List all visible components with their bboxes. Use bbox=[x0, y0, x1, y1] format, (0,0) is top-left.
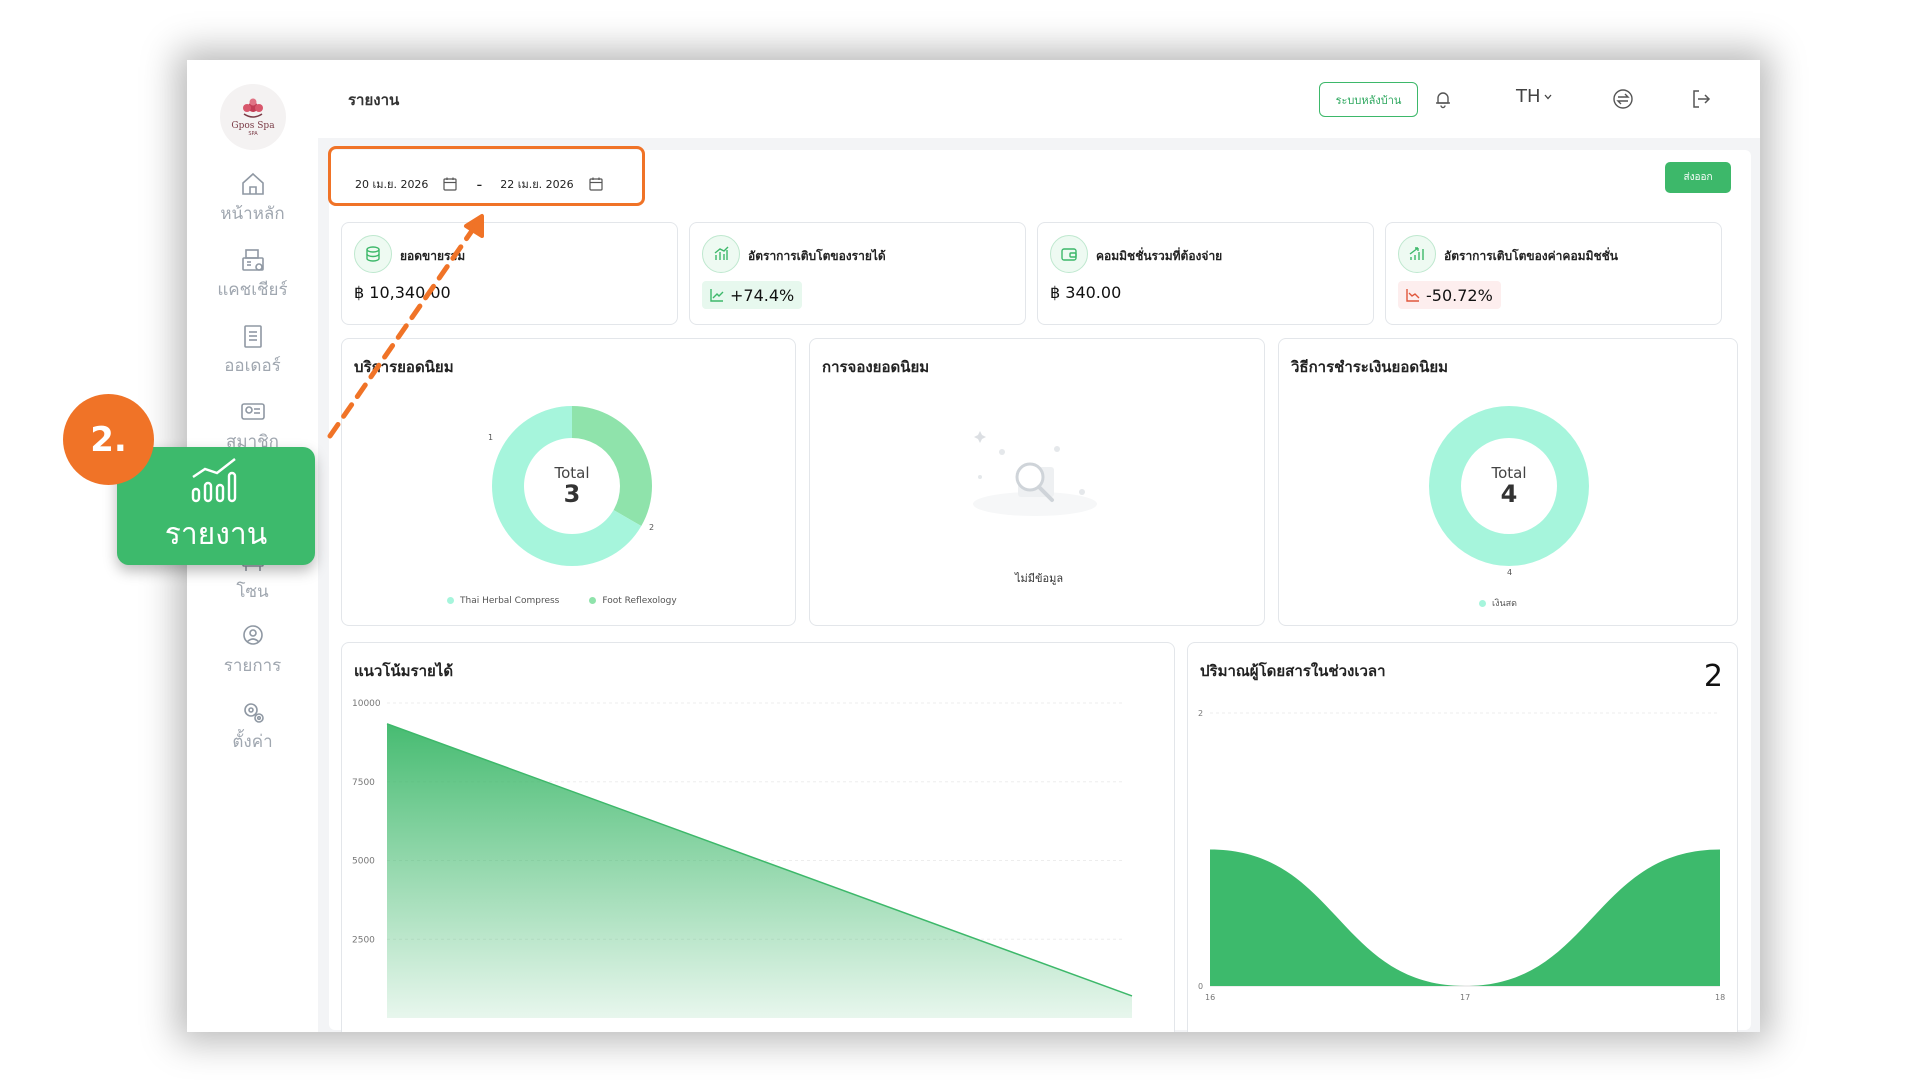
legend-item[interactable]: เงินสด bbox=[1479, 596, 1517, 610]
total-value: 4 bbox=[1500, 480, 1518, 508]
wallet-icon bbox=[1050, 235, 1088, 273]
brand-logo[interactable]: Gpos Spa SPA bbox=[220, 84, 286, 150]
member-icon bbox=[240, 403, 265, 420]
stat-card-commission: คอมมิชชั่นรวมที่ต้องจ่าย ฿ 340.00 bbox=[1037, 222, 1374, 325]
revenue-area[interactable] bbox=[387, 723, 1132, 1018]
y-tick-label: 0 bbox=[1198, 982, 1203, 991]
stat-value: ฿ 10,340.00 bbox=[354, 283, 451, 302]
stat-card-commission-growth: อัตราการเติบโตของค่าคอมมิชชั่น -50.72% bbox=[1385, 222, 1722, 325]
trend-up-icon bbox=[710, 289, 724, 302]
y-tick-label: 10000 bbox=[352, 699, 381, 709]
trend-down-icon bbox=[1406, 289, 1420, 302]
stat-card-total-sales: ยอดขายรวม ฿ 10,340.00 bbox=[341, 222, 678, 325]
legend-label: เงินสด bbox=[1492, 599, 1517, 609]
export-button[interactable]: ส่งออก bbox=[1665, 162, 1731, 193]
growth-badge: -50.72% bbox=[1398, 281, 1501, 309]
stat-title: อัตราการเติบโตของรายได้ bbox=[748, 249, 886, 263]
panel-title: บริการยอดนิยม bbox=[354, 358, 454, 376]
report-chart-icon bbox=[191, 457, 237, 502]
sidebar-item-settings[interactable]: ตั้งค่า bbox=[187, 698, 318, 755]
legend-label: Foot Reflexology bbox=[602, 596, 677, 606]
logout-icon[interactable] bbox=[1686, 84, 1716, 114]
x-tick-label: 17 bbox=[1460, 993, 1470, 1002]
y-tick-label: 7500 bbox=[352, 778, 375, 788]
stat-value: +74.4% bbox=[730, 285, 795, 305]
sidebar-item-label: โซน bbox=[236, 582, 269, 602]
switch-icon[interactable] bbox=[1608, 84, 1638, 114]
sidebar-item-label: หน้าหลัก bbox=[220, 204, 285, 224]
slice-label: 2 bbox=[649, 523, 655, 532]
empty-state-text: ไม่มีข้อมูล bbox=[1015, 572, 1064, 585]
total-value: 3 bbox=[563, 480, 581, 508]
slice-label: 4 bbox=[1507, 568, 1513, 577]
x-tick-label: 16 bbox=[1205, 993, 1215, 1002]
chevron-down-icon bbox=[1544, 94, 1552, 99]
legend-dot bbox=[1479, 600, 1486, 607]
y-tick-label: 2500 bbox=[352, 935, 375, 945]
sidebar-item-label: แคชเชียร์ bbox=[217, 280, 288, 300]
settings-icon bbox=[243, 703, 264, 723]
backoffice-button[interactable]: ระบบหลังบ้าน bbox=[1319, 82, 1418, 117]
sidebar-item-label: ตั้งค่า bbox=[232, 732, 273, 752]
stat-card-revenue-growth: อัตราการเติบโตของรายได้ +74.4% bbox=[689, 222, 1026, 325]
legend-item[interactable]: Foot Reflexology bbox=[589, 596, 677, 606]
stat-title: คอมมิชชั่นรวมที่ต้องจ่าย bbox=[1096, 249, 1223, 263]
stat-value: -50.72% bbox=[1426, 285, 1493, 305]
panel-revenue-trend: แนวโน้มรายได้ 10000 7500 5000 2500 bbox=[341, 642, 1175, 1032]
legend-label: Thai Herbal Compress bbox=[460, 596, 560, 606]
report-content: 20 เม.ย. 2026 - 22 เม.ย. 2026 ส่งออก ยอด… bbox=[329, 150, 1751, 1032]
sidebar-item-home[interactable]: หน้าหลัก bbox=[187, 170, 318, 227]
panel-popular-services: บริการยอดนิยม Total 3 1 2 Thai Herbal Co… bbox=[341, 338, 796, 626]
sidebar-item-label: รายงาน bbox=[164, 516, 268, 552]
slice-label: 1 bbox=[488, 433, 494, 442]
panel-popular-payments: วิธีการชำระเงินยอดนิยม Total 4 4 เงินสด bbox=[1278, 338, 1738, 626]
panel-popular-bookings: การจองยอดนิยม ไม่มีข้อมูล bbox=[809, 338, 1265, 626]
passenger-area[interactable] bbox=[1210, 849, 1720, 987]
legend-item[interactable]: Thai Herbal Compress bbox=[447, 596, 559, 606]
passenger-area-chart: 2 016 17 18 bbox=[1198, 709, 1725, 1002]
empty-search-icon bbox=[973, 431, 1097, 516]
y-tick-label: 2 bbox=[1198, 709, 1203, 718]
topbar: รายงาน ระบบหลังบ้าน TH bbox=[318, 60, 1760, 138]
brand-sub: SPA bbox=[248, 130, 258, 137]
donut-total: Total 4 bbox=[1474, 464, 1544, 506]
signal-chart-icon bbox=[1398, 235, 1436, 273]
order-icon bbox=[243, 325, 262, 348]
donut-total: Total 3 bbox=[537, 464, 607, 506]
chart-legend: เงินสด bbox=[1479, 596, 1517, 610]
sidebar-item-label: ออเดอร์ bbox=[224, 356, 281, 376]
sidebar-item-services[interactable]: รายการ bbox=[187, 622, 318, 679]
date-range-highlight bbox=[328, 146, 645, 206]
y-tick-label: 5000 bbox=[352, 857, 375, 867]
coins-icon bbox=[354, 235, 392, 273]
brand-name: Gpos Spa bbox=[231, 120, 275, 131]
panel-title: การจองยอดนิยม bbox=[822, 358, 930, 376]
sidebar-item-label: รายการ bbox=[223, 656, 282, 676]
legend-dot bbox=[589, 597, 597, 604]
revenue-area-chart: 10000 7500 5000 2500 bbox=[352, 699, 1133, 1018]
growth-badge: +74.4% bbox=[702, 281, 803, 309]
page-title: รายงาน bbox=[348, 91, 400, 109]
language-label: TH bbox=[1516, 86, 1541, 107]
panel-passenger-volume: ปริมาณผู้โดยสารในช่วงเวลา 2 2 0 16 17 18 bbox=[1187, 642, 1738, 1032]
lotus-icon bbox=[243, 98, 263, 118]
home-icon bbox=[241, 172, 264, 195]
bell-icon[interactable] bbox=[1428, 84, 1458, 114]
stat-value: ฿ 340.00 bbox=[1050, 283, 1122, 302]
step-badge: 2. bbox=[63, 394, 154, 485]
x-tick-label: 18 bbox=[1715, 993, 1725, 1002]
stat-title: ยอดขายรวม bbox=[400, 249, 466, 263]
chart-legend: Thai Herbal Compress Foot Reflexology bbox=[447, 596, 677, 606]
sidebar-item-orders[interactable]: ออเดอร์ bbox=[187, 322, 318, 379]
language-selector[interactable]: TH bbox=[1516, 86, 1553, 107]
cashier-icon bbox=[241, 249, 264, 271]
bar-chart-icon bbox=[702, 235, 740, 273]
stat-title: อัตราการเติบโตของค่าคอมมิชชั่น bbox=[1444, 249, 1618, 263]
sidebar-item-cashier[interactable]: แคชเชียร์ bbox=[187, 246, 318, 303]
service-icon bbox=[242, 625, 263, 645]
panel-title: วิธีการชำระเงินยอดนิยม bbox=[1291, 358, 1449, 376]
sidebar-item-reports[interactable]: รายงาน bbox=[117, 447, 315, 565]
legend-dot bbox=[447, 597, 454, 604]
